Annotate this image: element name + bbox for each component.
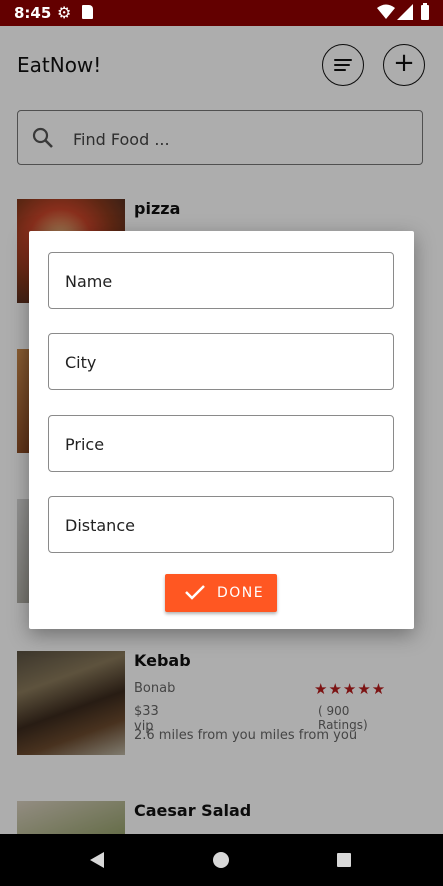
status-time: 8:45 — [14, 4, 52, 22]
wifi-icon — [377, 4, 395, 19]
check-icon — [185, 585, 205, 600]
name-field[interactable]: Name — [48, 252, 394, 309]
name-field-placeholder: Name — [65, 272, 113, 291]
home-icon[interactable] — [213, 852, 229, 868]
navigation-bar — [0, 834, 443, 886]
price-field-placeholder: Price — [65, 435, 105, 454]
battery-icon — [421, 3, 429, 20]
status-bar: 8:45 ⚙ — [0, 0, 443, 26]
city-field[interactable]: City — [48, 333, 394, 390]
distance-field-placeholder: Distance — [65, 516, 135, 535]
signal-icon — [397, 4, 413, 20]
recents-icon[interactable] — [337, 853, 351, 867]
city-field-placeholder: City — [65, 353, 97, 372]
back-icon[interactable] — [90, 852, 104, 868]
sd-card-icon — [82, 5, 93, 19]
gear-icon: ⚙ — [57, 3, 72, 22]
add-food-dialog: Name City Price Distance DONE — [29, 231, 414, 629]
distance-field[interactable]: Distance — [48, 496, 394, 553]
done-button[interactable]: DONE — [165, 574, 277, 612]
done-label: DONE — [217, 585, 265, 601]
price-field[interactable]: Price — [48, 415, 394, 472]
